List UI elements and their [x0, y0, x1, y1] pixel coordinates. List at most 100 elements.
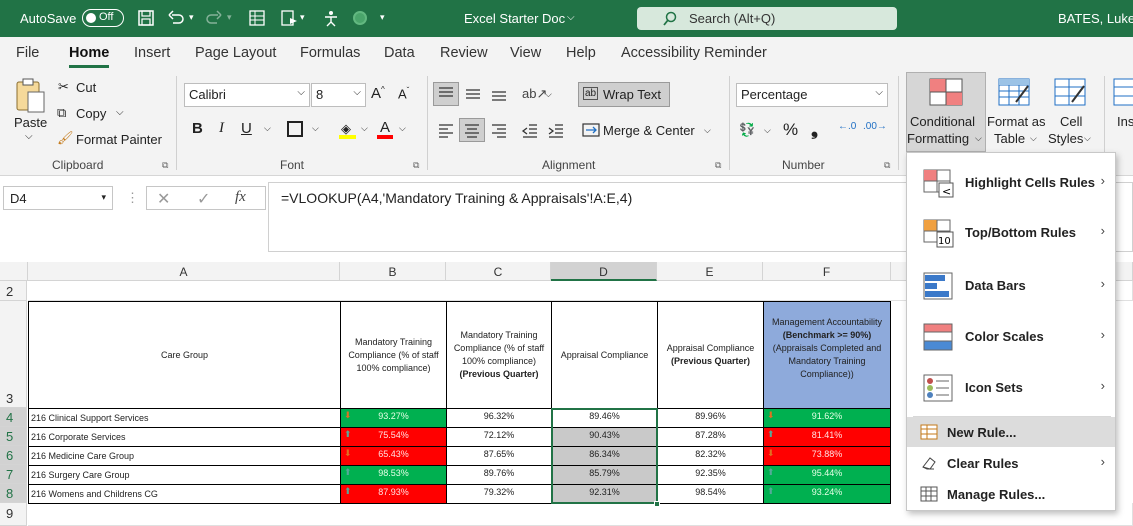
bottom-align-icon[interactable]: [490, 86, 508, 102]
fill-handle[interactable]: [654, 501, 660, 507]
align-left-icon[interactable]: [437, 122, 455, 138]
form-dropdown-icon[interactable]: ▾: [300, 12, 305, 23]
column-header-d[interactable]: D: [551, 262, 657, 281]
cell-b7[interactable]: ⬆ 98.53%: [340, 465, 447, 485]
cell-f5[interactable]: ⬆ 81.41%: [763, 427, 891, 447]
middle-align-icon[interactable]: [464, 86, 482, 102]
tab-page-layout[interactable]: Page Layout: [195, 45, 276, 61]
underline-dropdown-icon[interactable]: ⌵: [264, 123, 271, 134]
copy-icon[interactable]: ⧉: [57, 105, 66, 121]
menu-item-color-scales[interactable]: Color Scales ›: [907, 319, 1115, 359]
row-header-6[interactable]: 6: [0, 446, 27, 465]
format-as-table-label-2[interactable]: Table: [994, 131, 1025, 146]
tab-home[interactable]: Home: [69, 45, 110, 68]
redo-icon[interactable]: [205, 9, 223, 27]
comma-style-icon[interactable]: ❟: [811, 119, 818, 140]
merge-center-icon[interactable]: [582, 122, 600, 138]
title-chevron-icon[interactable]: ⌵: [567, 12, 575, 23]
row-header-2[interactable]: 2: [0, 281, 27, 301]
redo-dropdown-icon[interactable]: ▾: [227, 12, 232, 23]
increase-indent-icon[interactable]: [547, 122, 565, 138]
paste-label[interactable]: Paste: [14, 115, 47, 130]
underline-icon[interactable]: U: [241, 120, 252, 137]
merge-center-label[interactable]: Merge & Center: [603, 123, 695, 138]
autosave-toggle[interactable]: Off: [82, 9, 124, 27]
insert-label[interactable]: Ins: [1117, 114, 1133, 129]
cut-icon[interactable]: ✂: [58, 79, 69, 95]
percent-style-icon[interactable]: %: [783, 120, 798, 140]
menu-item-data-bars[interactable]: Data Bars ›: [907, 268, 1115, 308]
bold-icon[interactable]: B: [192, 120, 203, 137]
menu-item-icon-sets[interactable]: Icon Sets ›: [907, 370, 1115, 410]
merge-dropdown-icon[interactable]: ⌵: [704, 125, 711, 136]
cell-e4[interactable]: 89.96%: [657, 408, 764, 428]
cell-c7[interactable]: 89.76%: [446, 465, 552, 485]
cell-c6[interactable]: 87.65%: [446, 446, 552, 466]
format-as-table-label-1[interactable]: Format as: [987, 114, 1046, 129]
cell-e6[interactable]: 82.32%: [657, 446, 764, 466]
column-header-e[interactable]: E: [657, 262, 763, 281]
insert-function-icon[interactable]: fx: [235, 189, 246, 206]
cell-e8[interactable]: 98.54%: [657, 484, 764, 504]
customize-toolbar-icon[interactable]: ▾: [380, 12, 385, 23]
accounting-dropdown-icon[interactable]: ⌵: [764, 125, 771, 136]
borders-icon[interactable]: [287, 121, 303, 137]
cell-d5[interactable]: 90.43%: [551, 427, 658, 447]
tab-data[interactable]: Data: [384, 45, 415, 61]
format-as-table-icon[interactable]: [998, 78, 1032, 106]
orientation-icon[interactable]: ab↗: [522, 86, 547, 102]
cell-b4[interactable]: ⬇ 93.27%: [340, 408, 447, 428]
header-care-group[interactable]: Care Group: [28, 301, 341, 409]
fill-color-icon[interactable]: ◈: [339, 121, 356, 139]
cell-styles-icon[interactable]: [1054, 78, 1088, 106]
menu-item-clear-rules[interactable]: Clear Rules ›: [907, 449, 1115, 477]
cancel-icon[interactable]: ✕: [157, 189, 170, 209]
increase-decimal-icon[interactable]: ←.0: [838, 121, 856, 132]
table-row-name[interactable]: 216 Womens and Childrens CG: [28, 484, 341, 504]
format-painter-button[interactable]: Format Painter: [76, 132, 162, 147]
font-color-dropdown-icon[interactable]: ⌵: [399, 123, 406, 134]
table-row-name[interactable]: 216 Surgery Care Group: [28, 465, 341, 485]
row-header-4[interactable]: 4: [0, 408, 27, 427]
cell-d6[interactable]: 86.34%: [551, 446, 658, 466]
form-icon[interactable]: [279, 9, 299, 27]
header-mandatory-training-prev[interactable]: Mandatory Training Compliance (% of staf…: [446, 301, 552, 409]
font-launcher-icon[interactable]: ⧉: [413, 160, 419, 171]
user-name[interactable]: BATES, Luke: [1058, 11, 1133, 26]
font-size-combo[interactable]: 8 ⌵: [311, 83, 366, 107]
row-header-7[interactable]: 7: [0, 465, 27, 484]
font-color-icon[interactable]: A: [377, 119, 393, 139]
menu-item-top-bottom-rules[interactable]: 10 Top/Bottom Rules ›: [907, 215, 1115, 255]
align-right-icon[interactable]: [490, 122, 508, 138]
cell-e7[interactable]: 92.35%: [657, 465, 764, 485]
record-icon[interactable]: [353, 11, 367, 25]
undo-icon[interactable]: [167, 9, 185, 27]
document-title[interactable]: Excel Starter Doc: [464, 11, 565, 26]
cell-d7[interactable]: 85.79%: [551, 465, 658, 485]
italic-icon[interactable]: I: [219, 120, 224, 137]
decrease-font-icon[interactable]: Aˇ: [398, 86, 409, 101]
column-header-f[interactable]: F: [763, 262, 891, 281]
column-header-a[interactable]: A: [28, 262, 340, 281]
cell-f8[interactable]: ⬆ 93.24%: [763, 484, 891, 504]
format-painter-icon[interactable]: 🖌: [57, 130, 74, 146]
cell-f4[interactable]: ⬇ 91.62%: [763, 408, 891, 428]
header-management-accountability[interactable]: Management Accountability (Benchmark >= …: [763, 301, 891, 409]
decrease-decimal-icon[interactable]: .00→: [863, 121, 887, 132]
tab-file[interactable]: File: [16, 45, 39, 61]
tab-formulas[interactable]: Formulas: [300, 45, 360, 61]
tab-insert[interactable]: Insert: [134, 45, 170, 61]
cell-c4[interactable]: 96.32%: [446, 408, 552, 428]
row-header-5[interactable]: 5: [0, 427, 27, 446]
number-launcher-icon[interactable]: ⧉: [884, 160, 890, 171]
column-header-b[interactable]: B: [340, 262, 446, 281]
number-format-combo[interactable]: Percentage ⌵: [736, 83, 888, 107]
clipboard-launcher-icon[interactable]: ⧉: [162, 160, 168, 171]
alignment-launcher-icon[interactable]: ⧉: [715, 160, 721, 171]
more-options-icon[interactable]: ⋮: [126, 190, 139, 206]
cell-b8[interactable]: ⬆ 87.93%: [340, 484, 447, 504]
accessibility-icon[interactable]: [322, 9, 340, 27]
row-header-3[interactable]: 3: [0, 301, 27, 408]
borders-dropdown-icon[interactable]: ⌵: [312, 123, 319, 134]
cut-button[interactable]: Cut: [76, 80, 96, 95]
